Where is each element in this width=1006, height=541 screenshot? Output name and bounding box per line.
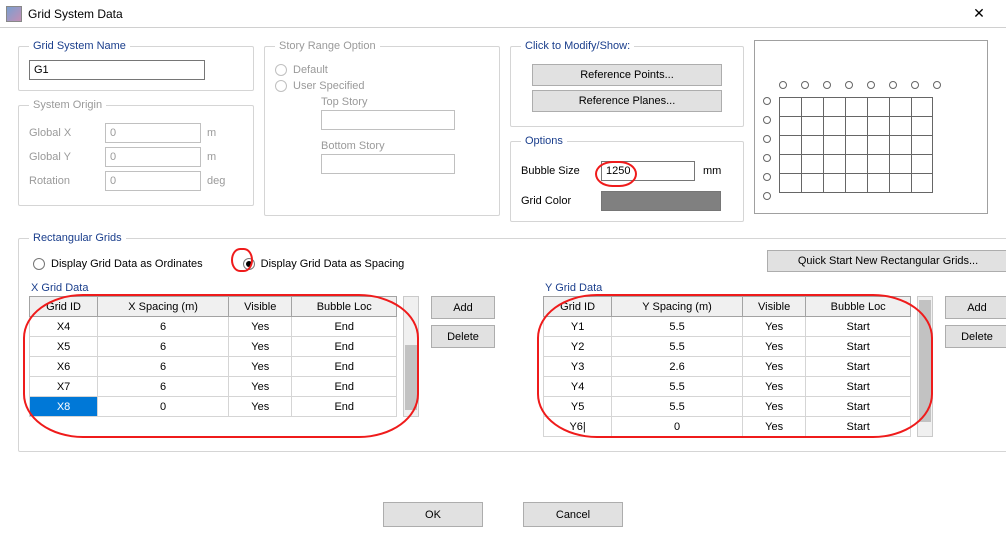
story-user-label: User Specified [293,80,365,92]
story-user-radio: User Specified [275,80,489,92]
window-title: Grid System Data [28,7,958,21]
grid-color-label: Grid Color [521,195,593,207]
table-row[interactable]: Y32.6YesStart [544,357,911,377]
x-delete-button[interactable]: Delete [431,325,495,348]
radio-icon [275,80,287,92]
bubble-size-input[interactable] [601,161,695,181]
story-range-legend: Story Range Option [275,40,380,52]
table-row[interactable]: Y55.5YesStart [544,397,911,417]
table-row[interactable]: Y25.5YesStart [544,337,911,357]
y-grid-table[interactable]: Grid IDY Spacing (m)VisibleBubble LocY15… [543,296,911,437]
x-add-button[interactable]: Add [431,296,495,319]
story-default-radio: Default [275,64,489,76]
modify-show-legend: Click to Modify/Show: [521,40,634,52]
grid-system-name-legend: Grid System Name [29,40,130,52]
rotation-input [105,171,201,191]
y-grid-scrollbar[interactable] [917,296,933,437]
y-grid-label: Y Grid Data [545,282,1006,294]
cancel-button[interactable]: Cancel [523,502,623,527]
spacing-radio[interactable]: Display Grid Data as Spacing [243,258,405,270]
rect-grids-group: Rectangular Grids Display Grid Data as O… [18,232,1006,452]
grid-color-swatch[interactable] [601,191,721,211]
radio-icon [275,64,287,76]
table-row[interactable]: X80YesEnd [30,397,397,417]
global-y-label: Global Y [29,151,99,163]
x-grid-scrollbar[interactable] [403,296,419,417]
options-group: Options Bubble Size mm Grid Color [510,135,744,222]
bubble-size-unit: mm [703,165,721,177]
global-y-input [105,147,201,167]
reference-planes-button[interactable]: Reference Planes... [532,90,722,112]
story-default-label: Default [293,64,328,76]
grid-system-name-group: Grid System Name [18,40,254,91]
x-grid-label: X Grid Data [31,282,495,294]
system-origin-legend: System Origin [29,99,106,111]
spacing-label: Display Grid Data as Spacing [261,258,405,270]
y-delete-button[interactable]: Delete [945,325,1006,348]
app-icon [6,6,22,22]
bubble-size-label: Bubble Size [521,165,593,177]
top-story-input [321,110,455,130]
modify-show-group: Click to Modify/Show: Reference Points..… [510,40,744,127]
grid-system-name-input[interactable] [29,60,205,80]
rotation-unit: deg [207,175,231,187]
radio-icon [33,258,45,270]
rect-grids-legend: Rectangular Grids [29,232,126,244]
ok-button[interactable]: OK [383,502,483,527]
reference-points-button[interactable]: Reference Points... [532,64,722,86]
story-range-group: Story Range Option Default User Specifie… [264,40,500,216]
ordinates-label: Display Grid Data as Ordinates [51,258,203,270]
quick-start-button[interactable]: Quick Start New Rectangular Grids... [767,250,1006,272]
table-row[interactable]: X56YesEnd [30,337,397,357]
table-row[interactable]: Y15.5YesStart [544,317,911,337]
close-button[interactable]: ✕ [958,3,1000,25]
rotation-label: Rotation [29,175,99,187]
system-origin-group: System Origin Global X m Global Y m Rota… [18,99,254,206]
radio-icon [243,258,255,270]
global-x-label: Global X [29,127,99,139]
table-row[interactable]: X46YesEnd [30,317,397,337]
global-y-unit: m [207,151,231,163]
options-legend: Options [521,135,567,147]
top-story-label: Top Story [321,96,489,108]
global-x-input [105,123,201,143]
ordinates-radio[interactable]: Display Grid Data as Ordinates [33,258,203,270]
grid-preview [754,40,988,214]
bottom-story-label: Bottom Story [321,140,489,152]
x-grid-table[interactable]: Grid IDX Spacing (m)VisibleBubble LocX46… [29,296,397,417]
global-x-unit: m [207,127,231,139]
y-add-button[interactable]: Add [945,296,1006,319]
table-row[interactable]: Y6|0YesStart [544,417,911,437]
bottom-story-input [321,154,455,174]
table-row[interactable]: X76YesEnd [30,377,397,397]
table-row[interactable]: X66YesEnd [30,357,397,377]
table-row[interactable]: Y45.5YesStart [544,377,911,397]
